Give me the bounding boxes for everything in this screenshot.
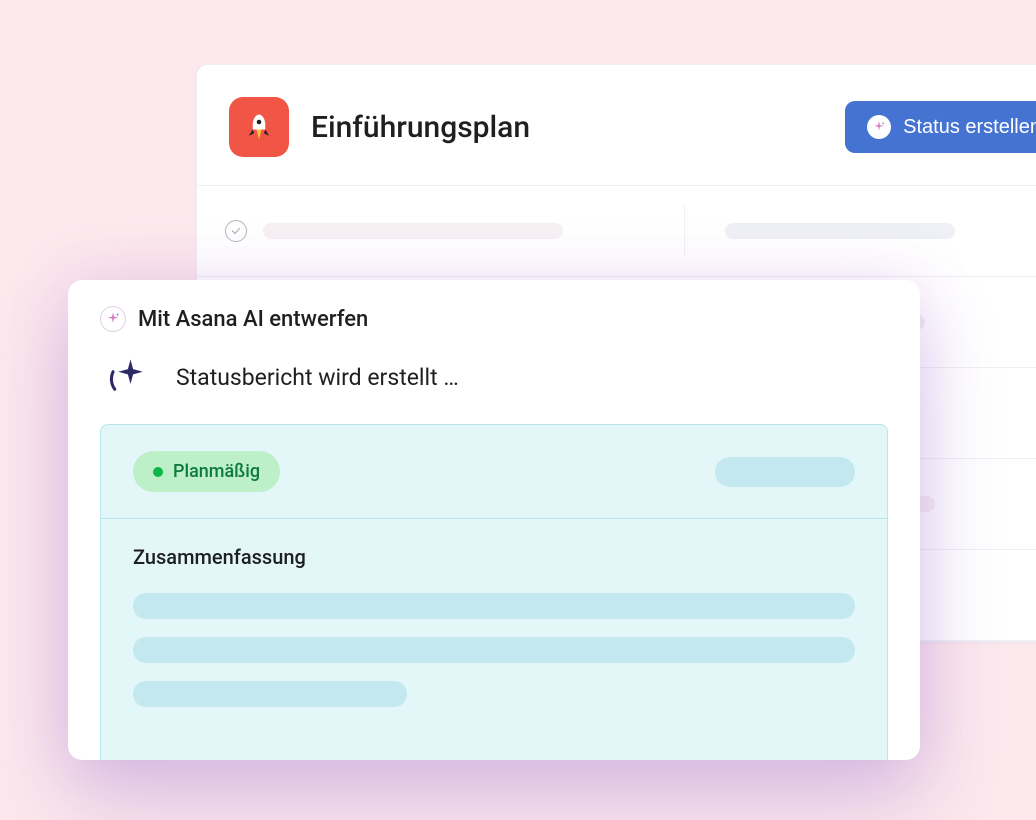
ai-draft-header: Mit Asana AI entwerfen <box>68 280 920 338</box>
task-row[interactable] <box>197 186 1036 277</box>
project-title: Einführungsplan <box>311 110 845 145</box>
create-status-button[interactable]: Status erstellen <box>845 101 1036 153</box>
draft-body: Zusammenfassung <box>101 519 887 760</box>
ai-draft-title: Mit Asana AI entwerfen <box>138 307 368 332</box>
status-pill-on-track[interactable]: Planmäßig <box>133 451 280 492</box>
ai-progress-text: Statusbericht wird erstellt … <box>176 364 459 391</box>
draft-preview-panel: Planmäßig Zusammenfassung <box>100 424 888 760</box>
summary-line-placeholder <box>133 681 407 707</box>
draft-topbar: Planmäßig <box>101 425 887 519</box>
create-status-button-label: Status erstellen <box>903 116 1036 139</box>
summary-heading: Zusammenfassung <box>133 545 855 569</box>
status-pill-label: Planmäßig <box>173 461 260 482</box>
rocket-icon <box>229 97 289 157</box>
summary-line-placeholder <box>133 637 855 663</box>
ai-sparkle-icon <box>867 115 891 139</box>
task-field-placeholder <box>725 223 955 239</box>
project-header: Einführungsplan Status erstellen <box>197 65 1036 186</box>
draft-meta-placeholder <box>715 457 855 487</box>
ai-progress-row: Statusbericht wird erstellt … <box>68 338 920 424</box>
status-dot-icon <box>153 467 163 477</box>
summary-line-placeholder <box>133 593 855 619</box>
ai-draft-modal: Mit Asana AI entwerfen Statusbericht wir… <box>68 280 920 760</box>
task-complete-icon[interactable] <box>225 220 247 242</box>
task-name-placeholder <box>263 223 563 239</box>
loading-sparkle-icon <box>106 356 148 398</box>
ai-sparkle-icon <box>100 306 126 332</box>
